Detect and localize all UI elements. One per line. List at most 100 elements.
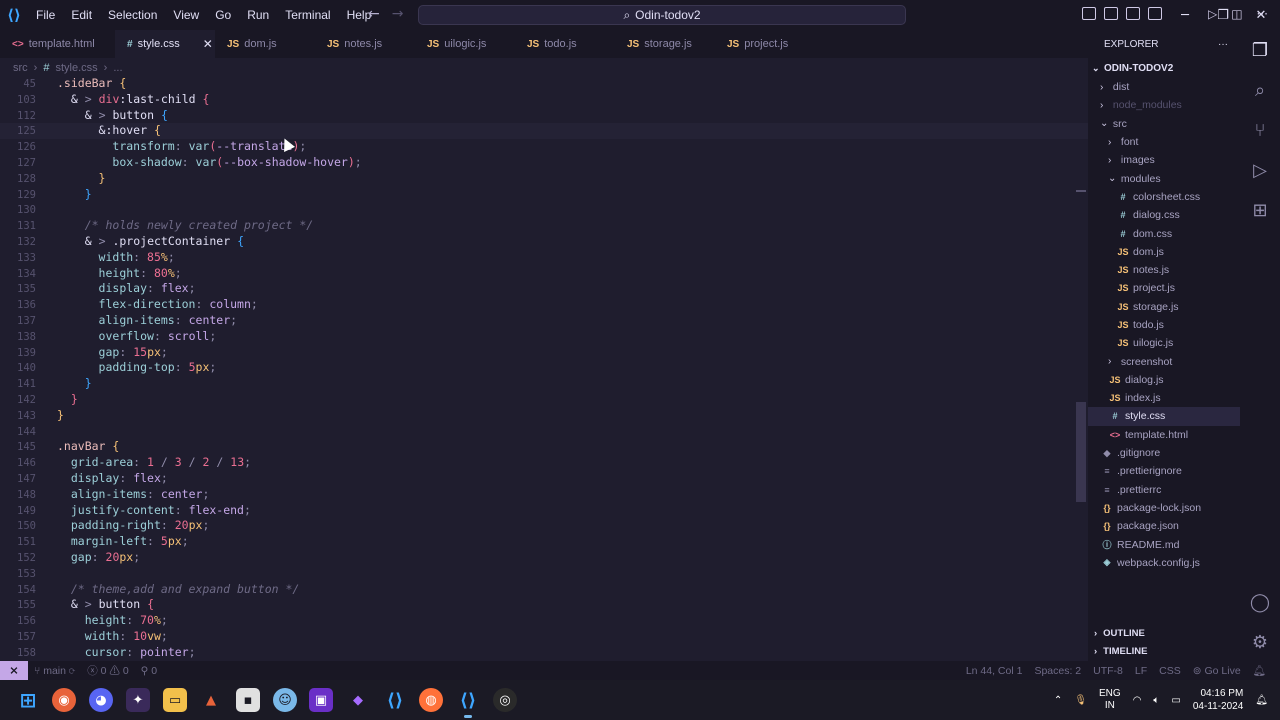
search-icon[interactable]: ⌕ bbox=[1240, 70, 1280, 110]
firefox-app-icon[interactable]: ◍ bbox=[419, 688, 443, 712]
source-control-icon[interactable]: ⑂ bbox=[1240, 110, 1280, 150]
code-line[interactable]: 151 margin-left: 5px; bbox=[0, 534, 1088, 550]
breadcrumb-folder[interactable]: src bbox=[13, 62, 28, 74]
obs-app-icon[interactable]: ◎ bbox=[493, 688, 517, 712]
blender-app-icon[interactable]: ◉ bbox=[52, 688, 76, 712]
code-line[interactable]: 132 & > .projectContainer { bbox=[0, 234, 1088, 250]
discord-app-icon[interactable]: ◕ bbox=[89, 688, 113, 712]
code-line[interactable]: 137 align-items: center; bbox=[0, 313, 1088, 329]
close-tab-icon[interactable]: ✕ bbox=[203, 37, 213, 51]
accounts-icon[interactable]: ◯ bbox=[1240, 582, 1280, 622]
code-line[interactable]: 133 width: 85%; bbox=[0, 250, 1088, 266]
windows-start-icon[interactable]: ⊞ bbox=[16, 688, 40, 712]
code-line[interactable]: 148 align-items: center; bbox=[0, 487, 1088, 503]
minimize-icon[interactable]: ─ bbox=[1166, 0, 1204, 30]
code-line[interactable]: 158 cursor: pointer; bbox=[0, 645, 1088, 661]
breadcrumb-file[interactable]: style.css bbox=[55, 62, 97, 74]
notifications-bell-icon[interactable]: 🔔︎ bbox=[1247, 664, 1272, 677]
encoding[interactable]: UTF-8 bbox=[1087, 665, 1129, 677]
outline-section[interactable]: › OUTLINE bbox=[1094, 628, 1145, 639]
code-line[interactable]: 103 & > div:last-child { bbox=[0, 92, 1088, 108]
vlc-app-icon[interactable]: ▲ bbox=[199, 688, 223, 712]
code-line[interactable]: 45 .sideBar { bbox=[0, 76, 1088, 92]
inkscape-app-icon[interactable]: ✦ bbox=[126, 688, 150, 712]
folder-item[interactable]: ⌄ modules bbox=[1088, 169, 1240, 187]
jetbrains-app-icon[interactable]: ▣ bbox=[309, 688, 333, 712]
code-line[interactable]: 157 width: 10vw; bbox=[0, 629, 1088, 645]
ports-indicator[interactable]: ⚲ 0 bbox=[135, 665, 163, 677]
editor-scrollbar[interactable] bbox=[1076, 402, 1086, 502]
tab-project-js[interactable]: JS project.js bbox=[715, 30, 815, 58]
code-line[interactable]: 145 .navBar { bbox=[0, 439, 1088, 455]
cursor-position[interactable]: Ln 44, Col 1 bbox=[960, 665, 1029, 677]
code-line[interactable]: 112 & > button { bbox=[0, 108, 1088, 124]
customize-layout-icon[interactable] bbox=[1148, 7, 1162, 20]
code-line[interactable]: 154 /* theme,add and expand button */ bbox=[0, 582, 1088, 598]
toggle-primary-sidebar-icon[interactable] bbox=[1082, 7, 1096, 20]
file-item[interactable]: {} package-lock.json bbox=[1088, 499, 1240, 517]
input-language[interactable]: ENG IN bbox=[1099, 688, 1121, 712]
code-line[interactable]: 141 } bbox=[0, 376, 1088, 392]
run-debug-icon[interactable]: ▷ bbox=[1240, 150, 1280, 190]
battery-icon[interactable]: ▭ bbox=[1171, 695, 1180, 706]
code-line[interactable]: 155 & > button { bbox=[0, 597, 1088, 613]
microphone-icon[interactable]: 🎙︎ bbox=[1074, 695, 1087, 706]
menu-item-go[interactable]: Go bbox=[207, 8, 239, 22]
tray-expand-icon[interactable]: ⌃ bbox=[1054, 695, 1062, 706]
code-line[interactable]: 129 } bbox=[0, 187, 1088, 203]
code-line[interactable]: 156 height: 70%; bbox=[0, 613, 1088, 629]
indentation[interactable]: Spaces: 2 bbox=[1028, 665, 1087, 677]
file-item[interactable]: JS todo.js bbox=[1088, 316, 1240, 334]
file-item[interactable]: ◆ .gitignore bbox=[1088, 444, 1240, 462]
tab-template-html[interactable]: <> template.html bbox=[0, 30, 115, 58]
code-line[interactable]: 153 bbox=[0, 566, 1088, 582]
code-line[interactable]: 125 &:hover { bbox=[0, 123, 1088, 140]
code-line[interactable]: 135 display: flex; bbox=[0, 281, 1088, 297]
remote-indicator-icon[interactable]: ⨯ bbox=[0, 661, 28, 680]
file-item[interactable]: ◈ webpack.config.js bbox=[1088, 554, 1240, 572]
code-line[interactable]: 146 grid-area: 1 / 3 / 2 / 13; bbox=[0, 455, 1088, 471]
tab-style-css[interactable]: # style.css ✕ bbox=[115, 30, 215, 58]
tab-uilogic-js[interactable]: JS uilogic.js bbox=[415, 30, 515, 58]
code-line[interactable]: 138 overflow: scroll; bbox=[0, 329, 1088, 345]
tab-todo-js[interactable]: JS todo.js bbox=[515, 30, 615, 58]
code-editor[interactable]: 45 .sideBar {103 & > div:last-child {112 … bbox=[0, 76, 1088, 661]
folder-item[interactable]: › screenshot bbox=[1088, 352, 1240, 370]
wifi-icon[interactable]: ◠ bbox=[1133, 695, 1142, 706]
folder-item[interactable]: › font bbox=[1088, 133, 1240, 151]
file-item[interactable]: JS index.js bbox=[1088, 389, 1240, 407]
file-item[interactable]: ≡ .prettierrc bbox=[1088, 481, 1240, 499]
code-line[interactable]: 130 bbox=[0, 202, 1088, 218]
file-item[interactable]: # dialog.css bbox=[1088, 206, 1240, 224]
split-editor-icon[interactable]: ◫ bbox=[1231, 7, 1242, 21]
file-item[interactable]: JS notes.js bbox=[1088, 261, 1240, 279]
command-center-search[interactable]: ⌕ Odin-todov2 bbox=[418, 5, 906, 25]
file-explorer-app-icon[interactable]: ▭ bbox=[163, 688, 187, 712]
code-line[interactable]: 139 gap: 15px; bbox=[0, 345, 1088, 361]
file-item[interactable]: # dom.css bbox=[1088, 224, 1240, 242]
menu-item-run[interactable]: Run bbox=[239, 8, 277, 22]
file-item[interactable]: ⓘ README.md bbox=[1088, 535, 1240, 553]
project-root-folder[interactable]: ⌄ ODIN-TODOV2 bbox=[1088, 58, 1240, 78]
menu-item-selection[interactable]: Selection bbox=[100, 8, 165, 22]
more-actions-icon[interactable]: ··· bbox=[1257, 7, 1268, 21]
file-item[interactable]: JS dom.js bbox=[1088, 243, 1240, 261]
tab-notes-js[interactable]: JS notes.js bbox=[315, 30, 415, 58]
code-line[interactable]: 152 gap: 20px; bbox=[0, 550, 1088, 566]
problems-indicator[interactable]: ⓧ 0 ⚠ 0 bbox=[81, 663, 134, 678]
notification-center-icon[interactable]: 🔔︎ bbox=[1255, 695, 1268, 706]
branch-indicator[interactable]: ⑂ main ⟳ bbox=[28, 665, 81, 677]
file-item[interactable]: JS dialog.js bbox=[1088, 371, 1240, 389]
folder-item[interactable]: › images bbox=[1088, 151, 1240, 169]
clock[interactable]: 04:16 PM 04-11-2024 bbox=[1193, 687, 1243, 713]
file-item[interactable]: # colorsheet.css bbox=[1088, 188, 1240, 206]
tab-storage-js[interactable]: JS storage.js bbox=[615, 30, 715, 58]
vscode-active-app-icon[interactable]: ⟨⟩ bbox=[456, 688, 480, 718]
go-live-button[interactable]: ⊚ Go Live bbox=[1187, 665, 1247, 677]
menu-item-edit[interactable]: Edit bbox=[63, 8, 100, 22]
code-line[interactable]: 142 } bbox=[0, 392, 1088, 408]
file-item[interactable]: JS project.js bbox=[1088, 279, 1240, 297]
language-mode[interactable]: CSS bbox=[1153, 665, 1187, 677]
menu-item-view[interactable]: View bbox=[165, 8, 207, 22]
code-line[interactable]: 131 /* holds newly created project */ bbox=[0, 218, 1088, 234]
